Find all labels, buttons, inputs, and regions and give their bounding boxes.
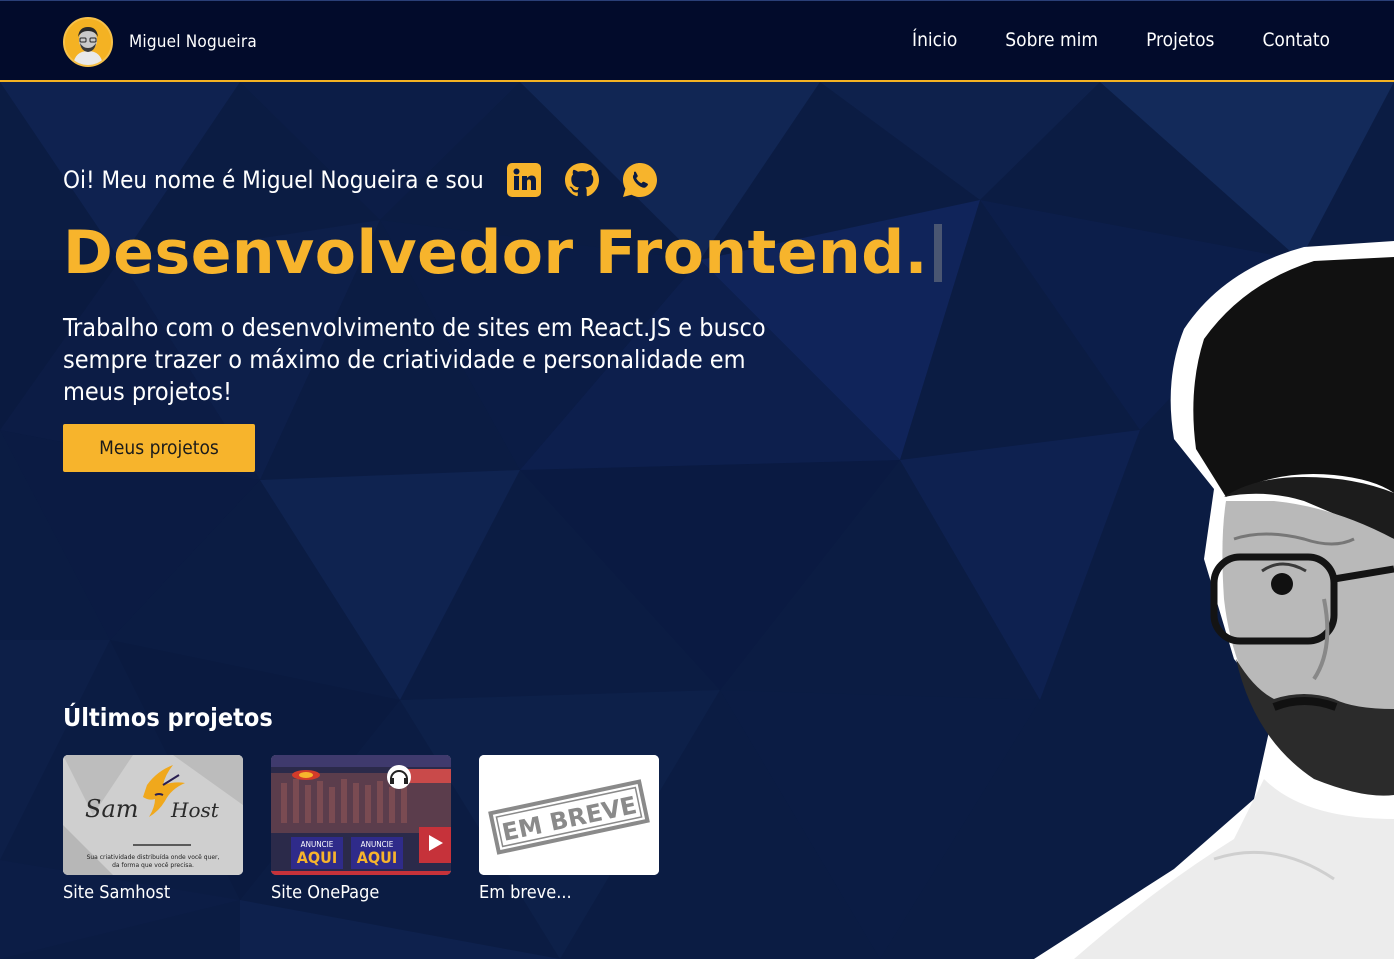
hero-description: Trabalho com o desenvolvimento de sites … [63, 313, 766, 406]
github-icon[interactable] [562, 160, 602, 200]
project-label: Em breve... [479, 882, 572, 903]
project-card-samhost[interactable]: Sam Host Sua criatividade distribuída on… [63, 755, 243, 903]
headline-text: Desenvolvedor Frontend. [63, 218, 928, 288]
top-navbar: Miguel Nogueira Ínicio Sobre mim Projeto… [0, 0, 1394, 82]
brand-name: Miguel Nogueira [129, 32, 257, 52]
onepage-thumbnail: ANUNCIE AQUI ANUNCIE AQUI [271, 755, 451, 875]
meus-projetos-button[interactable]: Meus projetos [63, 424, 255, 472]
page: Miguel Nogueira Ínicio Sobre mim Projeto… [0, 0, 1394, 959]
latest-projects-title: Últimos projetos [63, 703, 273, 732]
whatsapp-icon[interactable] [620, 160, 660, 200]
profile-portrait [1034, 241, 1394, 959]
nav-item-inicio[interactable]: Ínicio [912, 29, 957, 51]
greeting-row: Oi! Meu nome é Miguel Nogueira e sou [63, 160, 660, 200]
onepage-ad-bottom-2: AQUI [357, 848, 397, 867]
samhost-thumbnail: Sam Host Sua criatividade distribuída on… [63, 755, 243, 875]
samhost-tagline-1: Sua criatividade distribuída onde você q… [87, 854, 220, 861]
em-breve-thumbnail: EM BREVE [479, 755, 659, 875]
brand[interactable]: Miguel Nogueira [63, 17, 257, 67]
typing-cursor [933, 224, 942, 282]
headline: Desenvolvedor Frontend. [63, 218, 942, 288]
samhost-logo-host: Host [170, 798, 220, 822]
nav-item-sobre-mim[interactable]: Sobre mim [1005, 29, 1098, 51]
nav-item-projetos[interactable]: Projetos [1146, 29, 1214, 51]
project-card-em-breve[interactable]: EM BREVE Em breve... [479, 755, 659, 903]
linkedin-icon[interactable] [504, 160, 544, 200]
greeting-text: Oi! Meu nome é Miguel Nogueira e sou [63, 166, 484, 194]
project-label: Site Samhost [63, 882, 171, 903]
main-nav: Ínicio Sobre mim Projetos Contato [864, 29, 1330, 51]
samhost-tagline-2: da forma que você precisa. [112, 862, 194, 869]
social-links [504, 160, 660, 200]
project-list: Sam Host Sua criatividade distribuída on… [63, 755, 687, 903]
avatar [63, 17, 113, 67]
nav-item-contato[interactable]: Contato [1262, 29, 1330, 51]
project-card-onepage[interactable]: ANUNCIE AQUI ANUNCIE AQUI Site OnePage [271, 755, 451, 903]
samhost-logo-sam: Sam [85, 795, 139, 823]
onepage-ad-bottom-1: AQUI [297, 848, 337, 867]
project-label: Site OnePage [271, 882, 380, 903]
